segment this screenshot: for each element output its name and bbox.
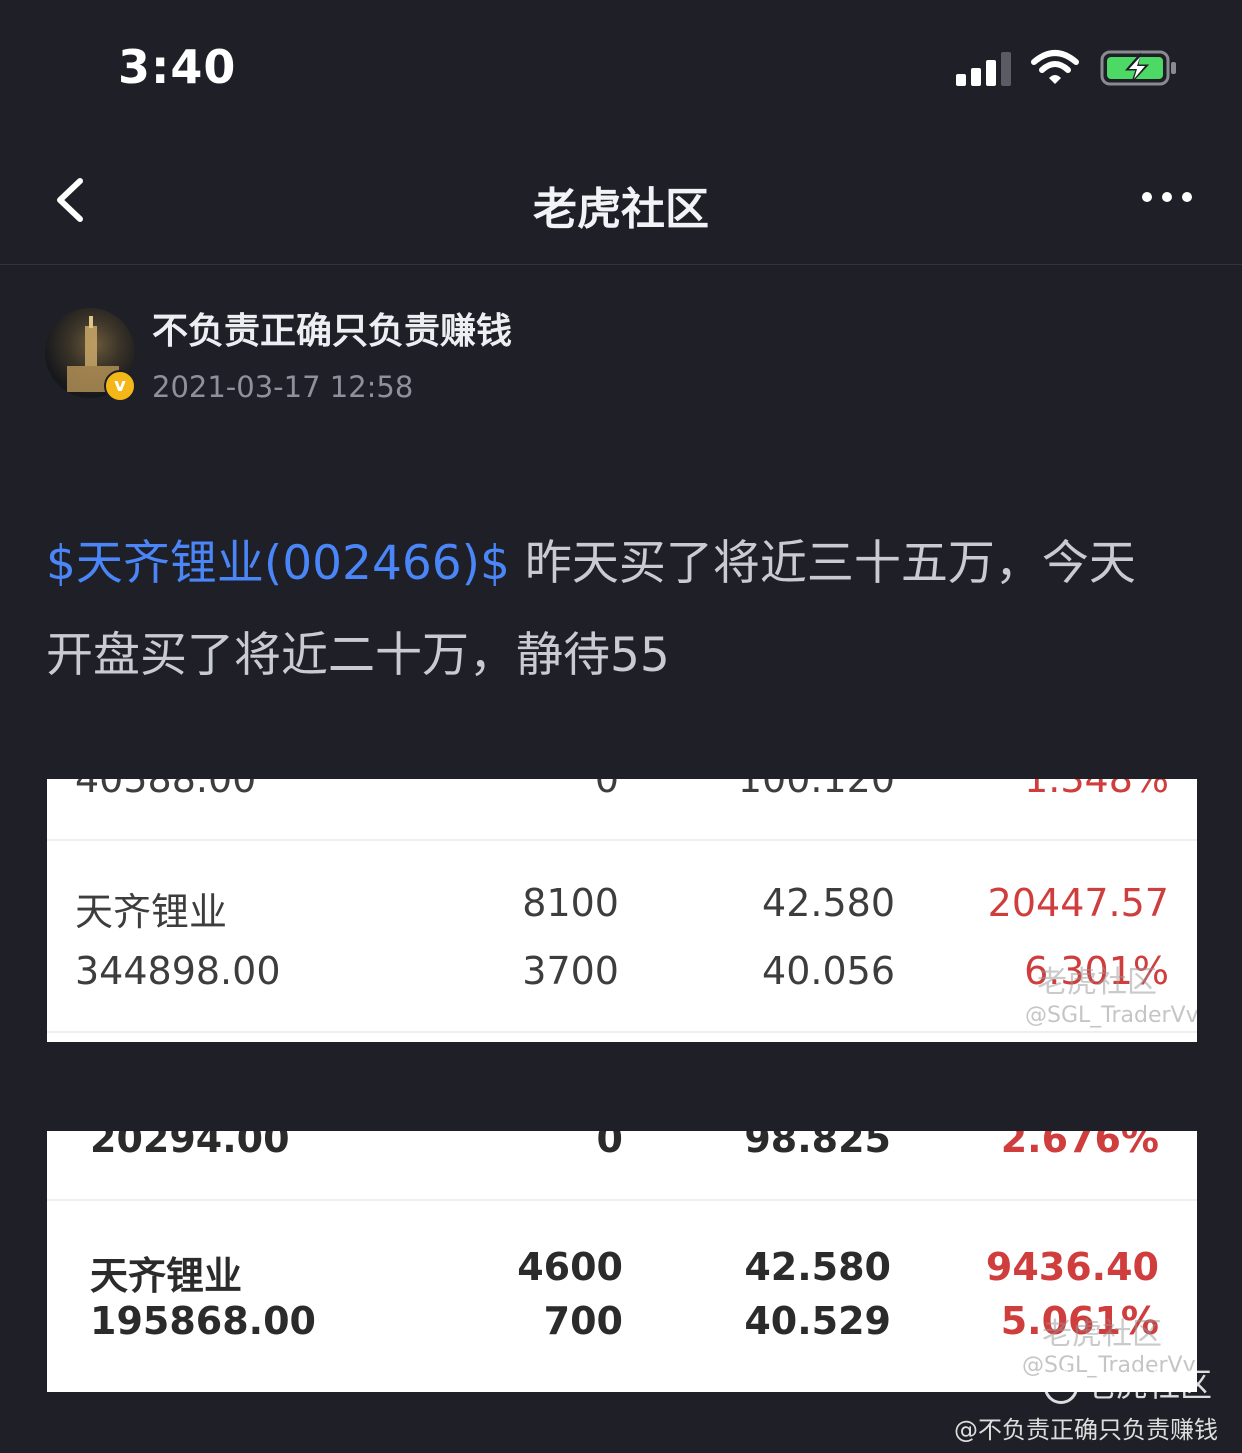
- stock-link[interactable]: $天齐锂业(002466)$: [46, 536, 510, 591]
- prev-row-price: 100.120: [737, 779, 895, 801]
- page-watermark-logo-text: 老虎社区: [1084, 1366, 1213, 1404]
- page-watermark-user: @不负责正确只负责赚钱: [954, 1416, 1218, 1444]
- post-image-2[interactable]: 20294.00 0 98.825 2.676% 天齐锂业 195868.00 …: [47, 1131, 1197, 1392]
- image-watermark-logo: 老虎社区: [1037, 965, 1157, 1000]
- row-divider: [47, 1031, 1197, 1033]
- post-body: $天齐锂业(002466)$ 昨天买了将近三十五万，今天 开盘买了将近二十万，静…: [46, 518, 1206, 702]
- available-qty: 700: [543, 1299, 623, 1343]
- stock-name: 天齐锂业: [75, 890, 228, 934]
- stock-name: 天齐锂业: [90, 1254, 243, 1298]
- prev-row-price: 98.825: [744, 1131, 891, 1161]
- prev-row-market-value: 20294.00: [90, 1131, 290, 1161]
- verified-badge: v: [104, 370, 136, 402]
- navigation-bar: 老虎社区: [0, 135, 1242, 265]
- status-bar: 3:40: [0, 0, 1242, 135]
- image-watermark-user: @SGL_TraderVv: [1025, 1003, 1197, 1028]
- status-time: 3:40: [118, 40, 237, 94]
- prev-row-position: 0: [594, 779, 619, 801]
- position-qty: 4600: [517, 1245, 623, 1289]
- current-price: 42.580: [762, 881, 895, 925]
- row-divider: [47, 1199, 1197, 1201]
- page-watermark-logo: 老虎社区: [1044, 1360, 1212, 1406]
- row-divider: [47, 839, 1197, 841]
- prev-row-pct: 2.676%: [1000, 1131, 1159, 1161]
- cost-price: 40.056: [762, 949, 895, 993]
- prev-row-position: 0: [596, 1131, 623, 1161]
- author-name[interactable]: 不负责正确只负责赚钱: [152, 302, 512, 354]
- profit-amount: 20447.57: [987, 881, 1169, 925]
- image-watermark-logo: 老虎社区: [1042, 1317, 1162, 1352]
- battery-charging-icon: [1100, 50, 1176, 86]
- wifi-icon: [1031, 50, 1079, 84]
- cost-price: 40.529: [744, 1299, 891, 1343]
- prev-row-market-value: 40588.00: [75, 779, 257, 801]
- profit-amount: 9436.40: [985, 1245, 1159, 1289]
- position-qty: 8100: [522, 881, 619, 925]
- page-title: 老虎社区: [533, 184, 709, 235]
- market-value: 344898.00: [75, 949, 281, 993]
- post-image-1[interactable]: 40588.00 0 100.120 1.348% 天齐锂业 344898.00…: [47, 779, 1197, 1042]
- available-qty: 3700: [522, 949, 619, 993]
- market-value: 195868.00: [90, 1299, 316, 1343]
- post-text-line1: 昨天买了将近三十五万，今天: [509, 536, 1136, 591]
- current-price: 42.580: [744, 1245, 891, 1289]
- signal-icon: [956, 52, 1012, 86]
- post-timestamp: 2021-03-17 12:58: [152, 370, 414, 404]
- post-text-line2: 开盘买了将近二十万，静待55: [46, 628, 670, 683]
- tiger-logo-icon: [1044, 1370, 1078, 1404]
- more-dots-icon[interactable]: [1140, 187, 1196, 207]
- prev-row-pct: 1.348%: [1024, 779, 1169, 801]
